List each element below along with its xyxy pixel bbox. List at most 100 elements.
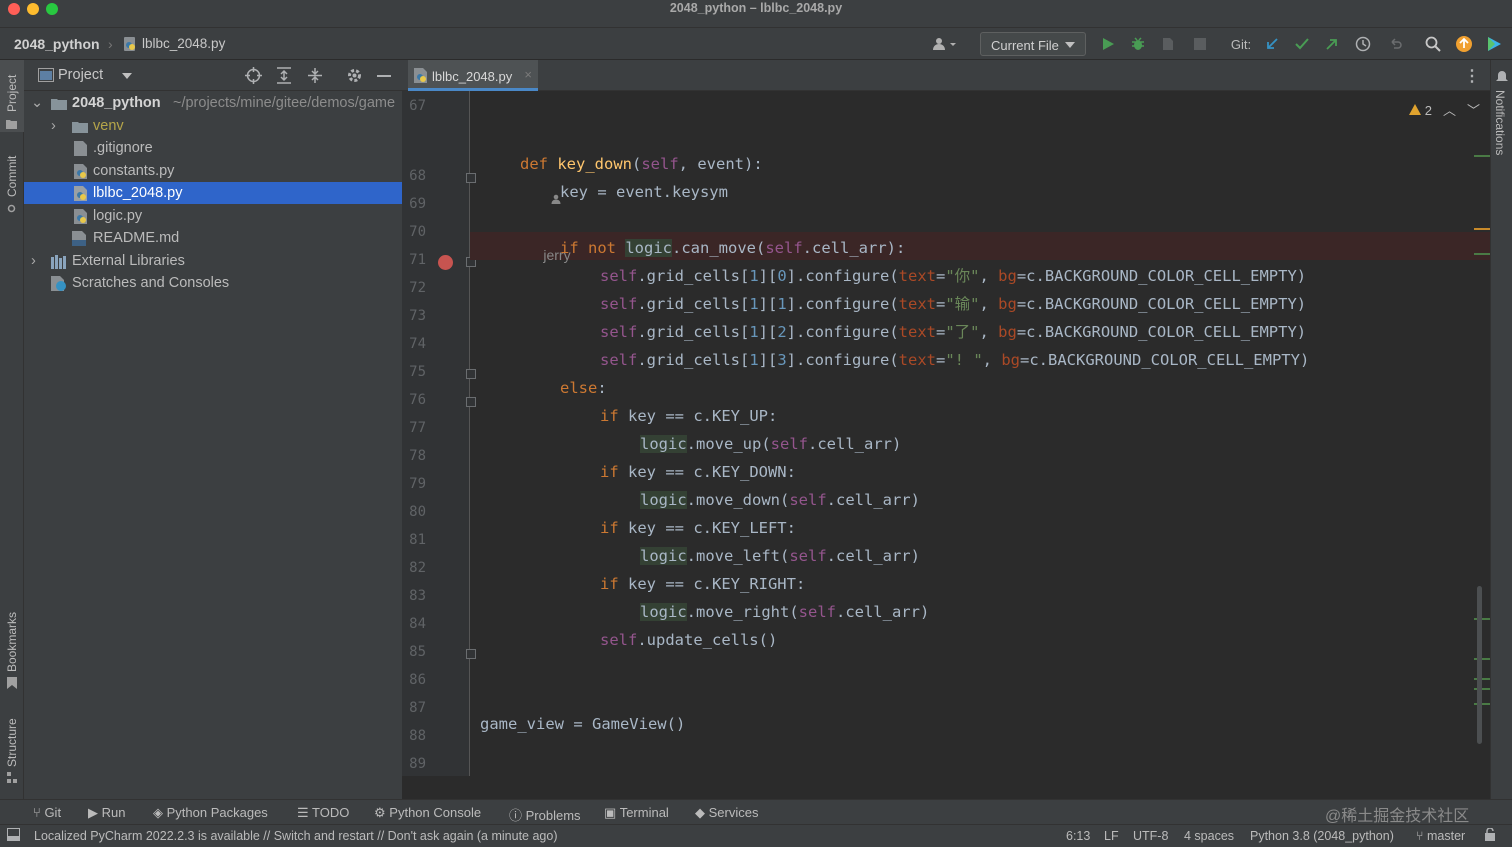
python-console-tool-button[interactable]: ⚙ Python Console (374, 805, 481, 821)
collapse-all-icon[interactable] (307, 67, 323, 87)
git-tool-button[interactable]: ⑂ Git (33, 805, 61, 820)
rollback-icon[interactable] (1385, 34, 1405, 54)
line-number[interactable]: 74 (402, 336, 426, 352)
line-number[interactable]: 76 (402, 392, 426, 408)
line-number[interactable]: 85 (402, 644, 426, 660)
lock-icon[interactable] (1484, 827, 1496, 844)
line-number[interactable]: 69 (402, 196, 426, 212)
commit-tool-label[interactable]: Commit (5, 156, 19, 197)
tree-item-lblbc-2048[interactable]: lblbc_2048.py (24, 182, 402, 204)
close-tab-icon[interactable]: × (524, 67, 532, 82)
project-tool-label[interactable]: Project (5, 75, 19, 112)
run-tool-button[interactable]: ▶ Run (88, 805, 125, 821)
indent-setting[interactable]: 4 spaces (1184, 829, 1234, 843)
code-line-71: if not logic.can_move(self.cell_arr): (560, 239, 906, 257)
line-number[interactable]: 72 (402, 280, 426, 296)
tree-item-logic[interactable]: logic.py (24, 205, 402, 227)
line-number[interactable]: 68 (402, 168, 426, 184)
hide-panel-icon[interactable] (377, 75, 391, 77)
chevron-down-icon[interactable]: ⌄ (31, 92, 43, 114)
locate-file-icon[interactable] (245, 67, 262, 87)
todo-tool-button[interactable]: ☰ TODO (297, 805, 349, 821)
caret-position[interactable]: 6:13 (1066, 829, 1090, 843)
line-separator[interactable]: LF (1104, 829, 1119, 843)
terminal-tool-button[interactable]: ▣ Terminal (604, 805, 669, 821)
editor-tab[interactable]: lblbc_2048.py × (408, 60, 538, 91)
breakpoint-icon[interactable] (438, 255, 453, 270)
line-number[interactable]: 67 (402, 98, 426, 114)
chevron-right-icon[interactable]: › (31, 250, 36, 272)
user-account-icon[interactable] (928, 34, 960, 54)
problems-tool-button[interactable]: ⓘ Problems (509, 805, 581, 824)
chevron-right-icon[interactable]: › (51, 115, 56, 137)
vertical-scrollbar[interactable] (1477, 586, 1482, 744)
status-message[interactable]: Localized PyCharm 2022.2.3 is available … (34, 829, 558, 843)
stop-icon[interactable] (1190, 34, 1210, 54)
git-commit-icon[interactable] (1292, 34, 1312, 54)
python-interpreter[interactable]: Python 3.8 (2048_python) (1250, 829, 1394, 843)
breadcrumb-project[interactable]: 2048_python (14, 36, 100, 52)
line-number[interactable]: 83 (402, 588, 426, 604)
notifications-icon[interactable] (1495, 70, 1509, 87)
line-number[interactable]: 89 (402, 756, 426, 772)
editor-tab-bar: lblbc_2048.py × ⋮ (402, 60, 1490, 91)
ide-update-icon[interactable] (1454, 34, 1474, 54)
line-number[interactable]: 75 (402, 364, 426, 380)
line-number[interactable]: 87 (402, 700, 426, 716)
tree-item-gitignore[interactable]: .gitignore (24, 137, 402, 159)
previous-highlight-icon[interactable]: ︿ (1443, 100, 1456, 119)
bookmarks-tool-label[interactable]: Bookmarks (5, 612, 19, 672)
right-tool-strip: Notifications (1490, 60, 1512, 799)
git-branch-widget[interactable]: ⑂ master (1416, 829, 1465, 843)
run-configuration-dropdown[interactable]: Current File (980, 32, 1086, 56)
line-number[interactable]: 81 (402, 532, 426, 548)
line-number[interactable]: 88 (402, 728, 426, 744)
chevron-down-icon[interactable] (122, 73, 132, 79)
debug-icon[interactable] (1128, 34, 1148, 54)
services-tool-button[interactable]: ◆ Services (695, 805, 758, 821)
structure-tool-label[interactable]: Structure (5, 718, 19, 767)
line-number[interactable]: 80 (402, 504, 426, 520)
line-number[interactable]: 71 (402, 252, 426, 268)
notifications-tool-label[interactable]: Notifications (1493, 90, 1507, 155)
error-stripe-marker[interactable] (1474, 155, 1490, 157)
project-view-dropdown[interactable]: Project (58, 67, 103, 83)
expand-all-icon[interactable] (276, 67, 292, 87)
code-content[interactable]: jerry def key_down(self, event): key = e… (470, 91, 1490, 776)
next-highlight-icon[interactable]: ﹀ (1467, 100, 1480, 119)
code-line-82: logic.move_left(self.cell_arr) (640, 547, 920, 565)
error-stripe-marker[interactable] (1474, 228, 1490, 230)
line-number[interactable]: 86 (402, 672, 426, 688)
scratches-icon (51, 276, 67, 298)
tree-item-external-libraries[interactable]: › External Libraries (24, 250, 402, 272)
inspection-widget[interactable]: 2 (1409, 103, 1432, 118)
search-icon[interactable] (1423, 34, 1443, 54)
git-push-icon[interactable] (1322, 34, 1342, 54)
line-number[interactable]: 84 (402, 616, 426, 632)
tree-item-readme[interactable]: README.md (24, 227, 402, 249)
tree-item-constants[interactable]: constants.py (24, 160, 402, 182)
code-with-me-icon[interactable] (1484, 34, 1504, 54)
line-number[interactable]: 73 (402, 308, 426, 324)
tree-item-scratches[interactable]: Scratches and Consoles (24, 272, 402, 294)
toggle-tool-windows-icon[interactable] (7, 828, 20, 844)
history-icon[interactable] (1353, 34, 1373, 54)
line-number[interactable]: 78 (402, 448, 426, 464)
file-encoding[interactable]: UTF-8 (1133, 829, 1168, 843)
line-number[interactable]: 77 (402, 420, 426, 436)
line-number[interactable]: 82 (402, 560, 426, 576)
error-stripe-marker[interactable] (1474, 253, 1490, 255)
breadcrumb-file[interactable]: lblbc_2048.py (142, 36, 225, 51)
line-number[interactable]: 70 (402, 224, 426, 240)
status-bar: Localized PyCharm 2022.2.3 is available … (0, 824, 1512, 847)
tree-item-venv[interactable]: › venv (24, 115, 402, 137)
run-icon[interactable] (1098, 34, 1118, 54)
gear-icon[interactable] (346, 67, 363, 87)
run-with-coverage-icon[interactable] (1158, 34, 1178, 54)
python-packages-tool-button[interactable]: ◈ Python Packages (153, 805, 268, 821)
line-number[interactable]: 79 (402, 476, 426, 492)
more-options-icon[interactable]: ⋮ (1464, 66, 1480, 86)
git-update-icon[interactable] (1262, 34, 1282, 54)
line-gutter[interactable]: 67 68 69 70 71 72 73 74 75 76 77 78 79 80 81 82 83 84 85 86… (402, 91, 476, 776)
tree-item-root[interactable]: ⌄ 2048_python ~/projects/mine/gitee/demo… (24, 92, 402, 114)
